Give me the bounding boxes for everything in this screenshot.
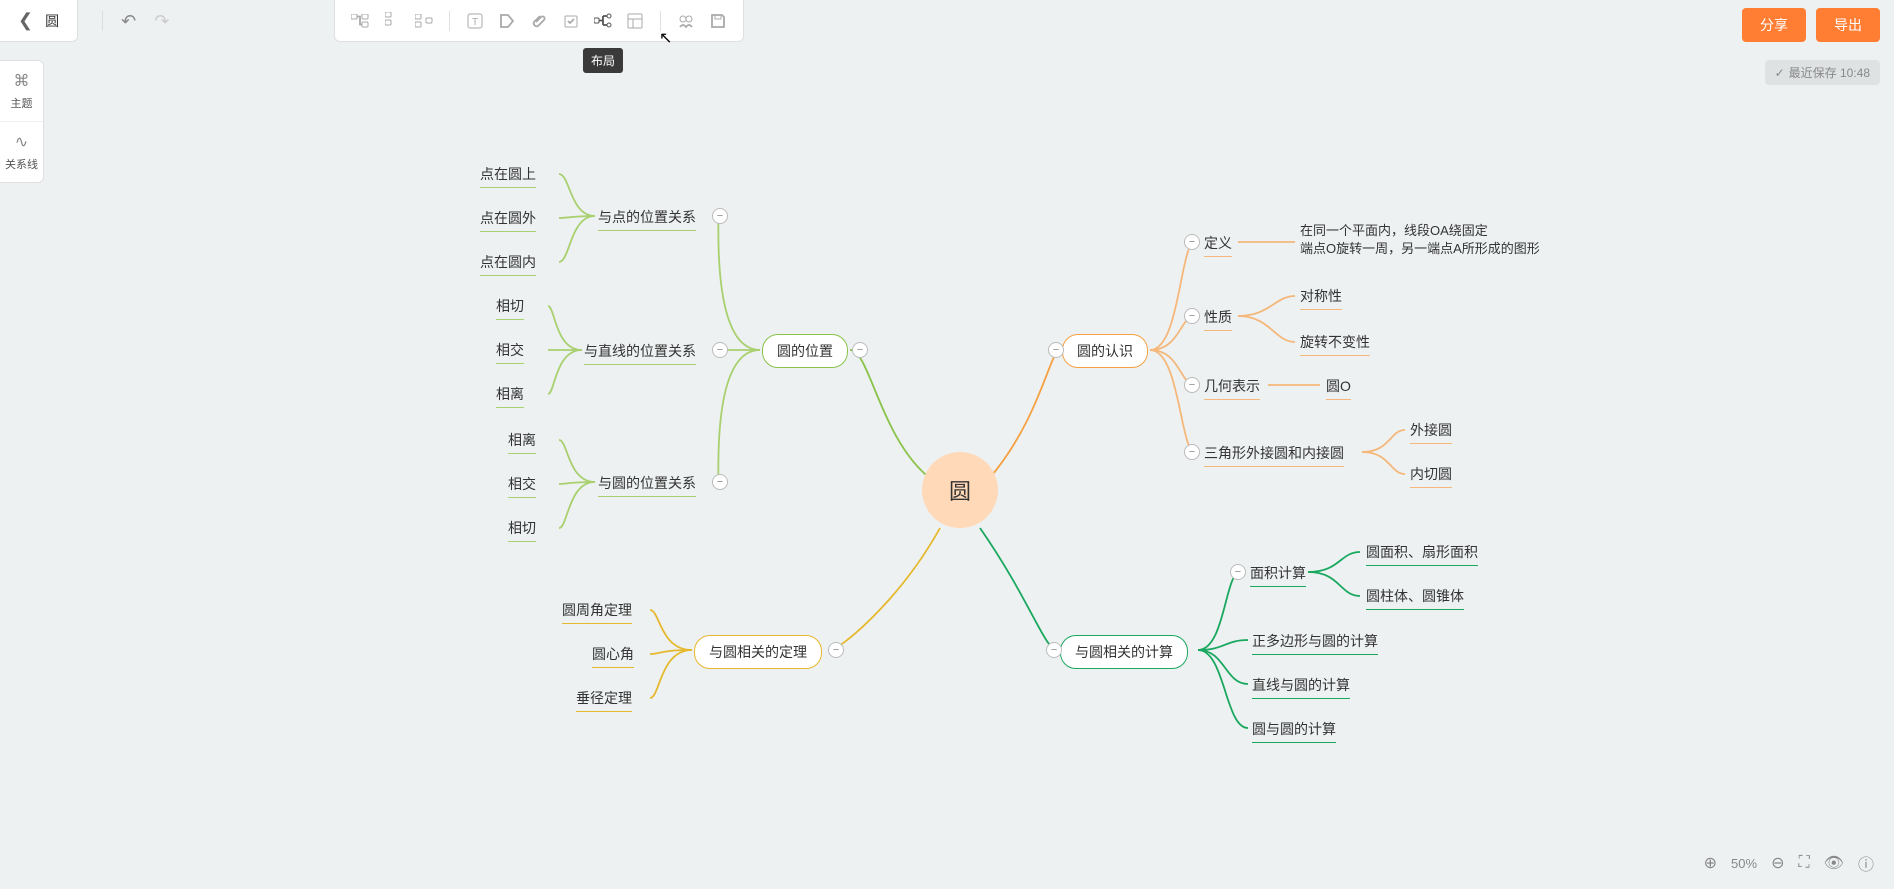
redo-icon[interactable]: ↷ <box>154 11 169 32</box>
leaf[interactable]: 旋转不变性 <box>1300 332 1370 356</box>
collapse-btn[interactable]: − <box>1184 444 1200 460</box>
leaf[interactable]: 外接圆 <box>1410 420 1452 444</box>
node-property[interactable]: 性质 <box>1204 307 1232 331</box>
leaf[interactable]: 点在圆外 <box>480 208 536 232</box>
node-calc[interactable]: 与圆相关的计算 <box>1060 635 1188 669</box>
leaf[interactable]: 直线与圆的计算 <box>1252 675 1350 699</box>
leaf[interactable]: 圆心角 <box>592 644 634 668</box>
leaf[interactable]: 圆周角定理 <box>562 600 632 624</box>
back-icon[interactable]: ❮ <box>18 10 33 31</box>
leaf[interactable]: 相离 <box>496 384 524 408</box>
connections <box>0 0 1894 889</box>
help-icon[interactable]: ⓘ <box>1858 851 1874 875</box>
node-definition[interactable]: 定义 <box>1204 233 1232 257</box>
bottom-controls: ⊕ 50% ⊖ ⛶ 👁 ⓘ <box>1704 851 1874 875</box>
collapse-btn[interactable]: − <box>828 642 844 658</box>
leaf[interactable]: 圆柱体、圆锥体 <box>1366 586 1464 610</box>
node-point-relation[interactable]: 与点的位置关系 <box>598 207 696 231</box>
leaf[interactable]: 圆与圆的计算 <box>1252 719 1336 743</box>
leaf[interactable]: 圆O <box>1326 376 1351 400</box>
node-circle-relation[interactable]: 与圆的位置关系 <box>598 473 696 497</box>
collapse-btn[interactable]: − <box>712 342 728 358</box>
collapse-btn[interactable]: − <box>1230 564 1246 580</box>
preview-icon[interactable]: 👁 <box>1824 853 1844 873</box>
node-triangle[interactable]: 三角形外接圆和内接圆 <box>1204 443 1344 467</box>
leaf[interactable]: 相交 <box>508 474 536 498</box>
leaf[interactable]: 点在圆上 <box>480 164 536 188</box>
collapse-btn[interactable]: − <box>1046 642 1062 658</box>
node-theorem[interactable]: 与圆相关的定理 <box>694 635 822 669</box>
collapse-btn[interactable]: − <box>1184 234 1200 250</box>
collapse-btn[interactable]: − <box>852 342 868 358</box>
divider <box>102 11 103 31</box>
collapse-btn[interactable]: − <box>1184 377 1200 393</box>
fullscreen-icon[interactable]: ⛶ <box>1798 854 1809 872</box>
zoom-out-icon[interactable]: ⊖ <box>1771 853 1784 873</box>
leaf[interactable]: 圆面积、扇形面积 <box>1366 542 1478 566</box>
undo-icon[interactable]: ↶ <box>121 11 136 32</box>
collapse-btn[interactable]: − <box>712 208 728 224</box>
definition-desc[interactable]: 在同一个平面内，线段OA绕固定端点O旋转一周，另一端点A所形成的图形 <box>1300 222 1540 258</box>
history-bar: ↶ ↷ <box>102 11 169 32</box>
collapse-btn[interactable]: − <box>1048 342 1064 358</box>
leaf[interactable]: 相离 <box>508 430 536 454</box>
collapse-btn[interactable]: − <box>1184 308 1200 324</box>
leaf[interactable]: 点在圆内 <box>480 252 536 276</box>
page-title: 圆 <box>45 11 59 31</box>
center-node[interactable]: 圆 <box>922 452 998 528</box>
leaf[interactable]: 内切圆 <box>1410 464 1452 488</box>
leaf[interactable]: 对称性 <box>1300 286 1342 310</box>
node-area[interactable]: 面积计算 <box>1250 563 1306 587</box>
leaf[interactable]: 正多边形与圆的计算 <box>1252 631 1378 655</box>
leaf[interactable]: 相切 <box>508 518 536 542</box>
node-line-relation[interactable]: 与直线的位置关系 <box>584 341 696 365</box>
zoom-in-icon[interactable]: ⊕ <box>1704 853 1717 873</box>
leaf[interactable]: 垂径定理 <box>576 688 632 712</box>
node-geo[interactable]: 几何表示 <box>1204 376 1260 400</box>
node-knowledge[interactable]: 圆的认识 <box>1062 334 1148 368</box>
leaf[interactable]: 相交 <box>496 340 524 364</box>
leaf[interactable]: 相切 <box>496 296 524 320</box>
mindmap-canvas[interactable]: 圆 圆的位置 − 与点的位置关系 − 点在圆上 点在圆外 点在圆内 与直线的位置… <box>0 0 1894 889</box>
breadcrumb: ❮ 圆 <box>0 0 78 42</box>
collapse-btn[interactable]: − <box>712 474 728 490</box>
node-position[interactable]: 圆的位置 <box>762 334 848 368</box>
zoom-value: 50% <box>1731 856 1757 871</box>
